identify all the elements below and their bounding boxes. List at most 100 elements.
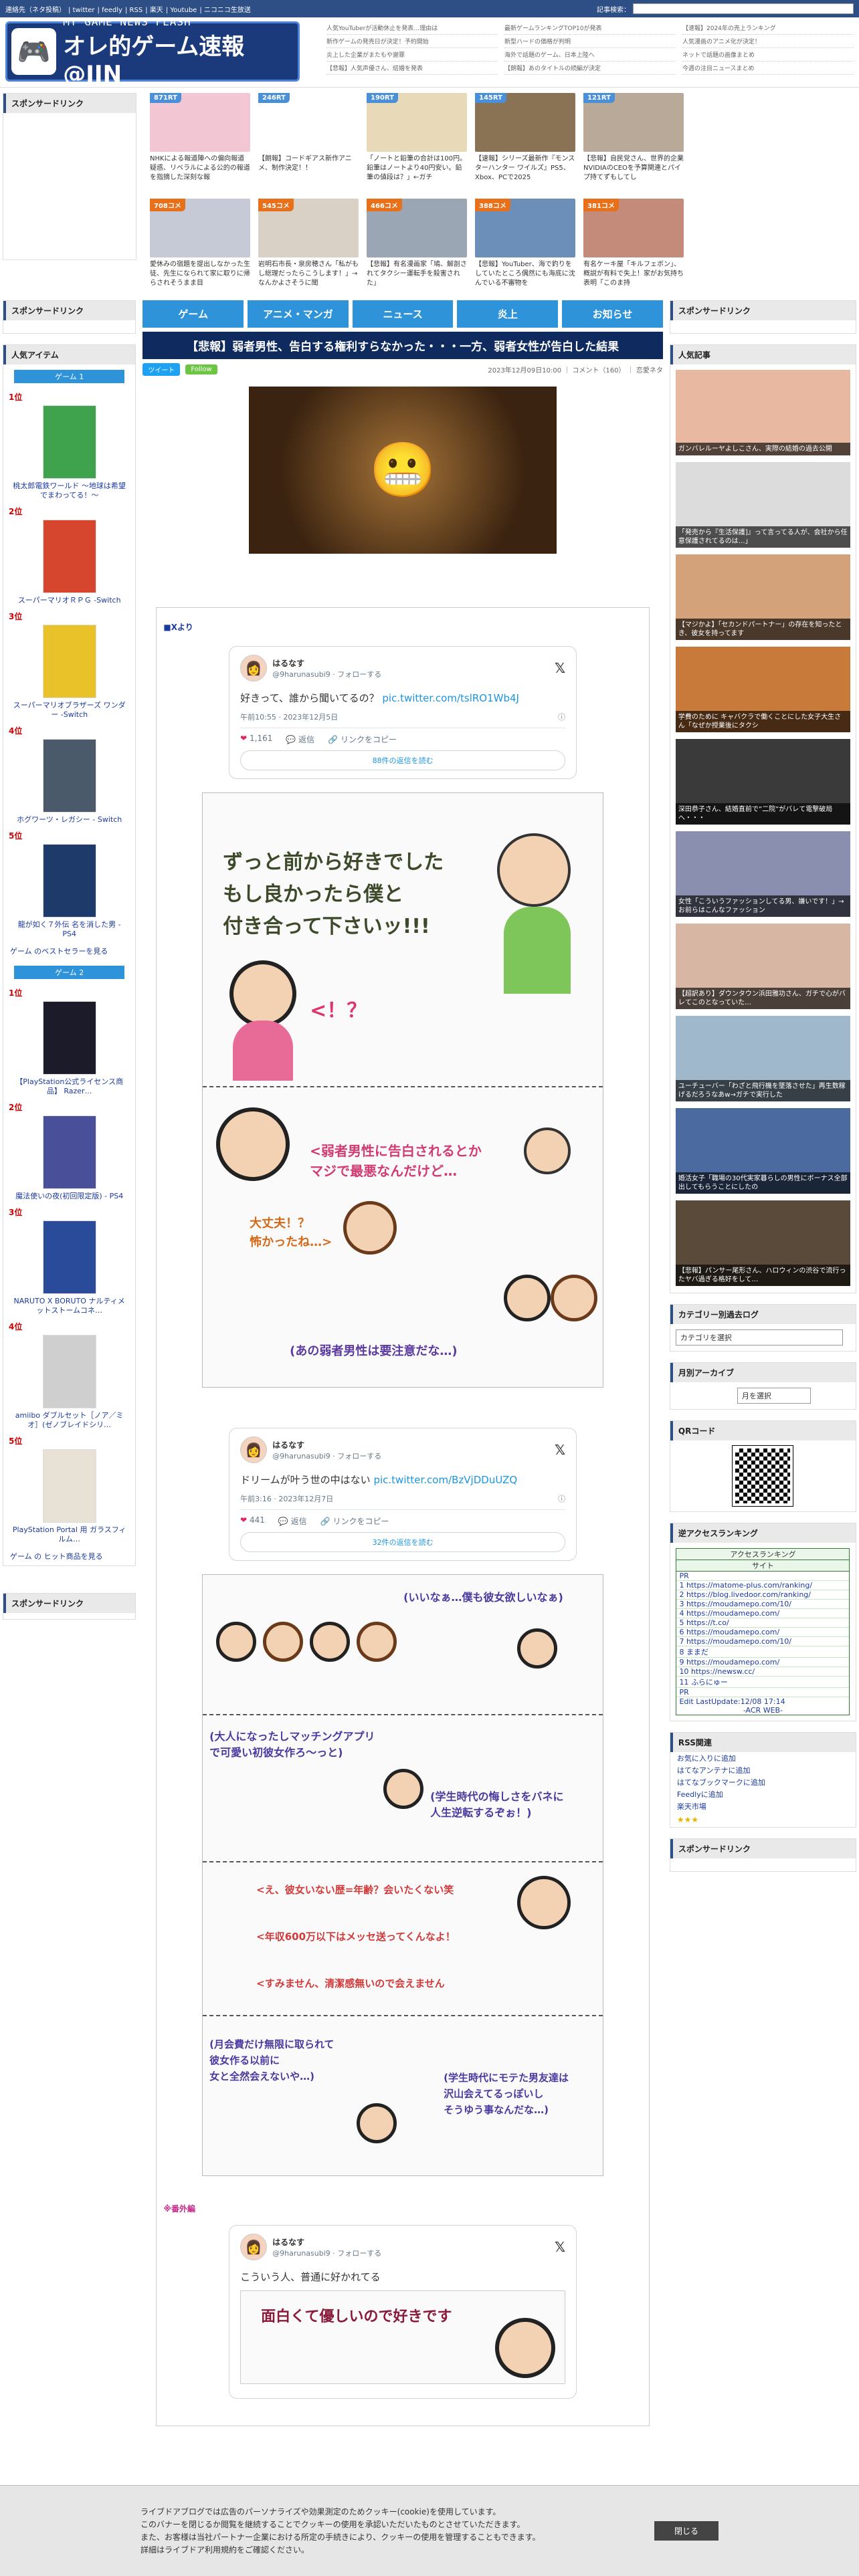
access-ranking-entry[interactable]: PR bbox=[676, 1572, 850, 1581]
month-select[interactable]: 月を選択 bbox=[737, 1388, 811, 1404]
like-button[interactable]: ❤ 441 bbox=[240, 1515, 265, 1527]
like-button[interactable]: ❤ 1,161 bbox=[240, 734, 272, 745]
reply-button[interactable]: 💬 返信 bbox=[286, 734, 314, 745]
thumb-card[interactable]: 871RT NHKによる報道陣への偏向報道疑惑、リベラルによる公的の報道を指摘した… bbox=[150, 93, 250, 189]
tweet-handle[interactable]: @9harunasubi9 · フォローする bbox=[272, 1451, 381, 1461]
tweet-button[interactable]: ツイート bbox=[142, 363, 181, 376]
ranking-item[interactable]: 1位 桃太郎電鉄ワールド ～地球は希望でまわってる！～ bbox=[3, 389, 135, 503]
thumb-card[interactable]: 388コメ 【悲報】YouTuber、海で釣りをしていたところ偶然にも海底に沈んで… bbox=[475, 199, 575, 295]
headline-link[interactable]: 最新ゲームランキングTOP10が発表 bbox=[504, 21, 676, 35]
top-link[interactable]: twitter bbox=[73, 7, 95, 14]
access-ranking-entry[interactable]: 4 https://moudamepo.com/ bbox=[676, 1609, 850, 1618]
popular-article[interactable]: 【マジかよ】「セカンドパートナー」の存在を知ったとき、彼女を持ってます bbox=[675, 554, 850, 640]
ranking-item[interactable]: 5位 龍が如く７外伝 名を消した男 - PS4 bbox=[3, 827, 135, 942]
nav-flame[interactable]: 炎上 bbox=[457, 300, 559, 328]
headline-link[interactable]: 炎上した企業がまたもや謝罪 bbox=[326, 48, 498, 62]
ranking-item[interactable]: 3位 スーパーマリオブラザーズ ワンダー -Switch bbox=[3, 608, 135, 722]
tweet-handle[interactable]: @9harunasubi9 · フォローする bbox=[272, 2248, 381, 2258]
thumb-card[interactable]: 381コメ 有名ケーキ屋「キルフェボン」、概説が有料で失上！家がお気持ち表明「この… bbox=[583, 199, 684, 295]
headline-link[interactable]: 新型ハードの価格が判明 bbox=[504, 35, 676, 48]
popular-article[interactable]: 【悲報】パンサー尾形さん、ハロウィンの渋谷で流行ったヤバ過ぎる格好をして… bbox=[675, 1200, 850, 1286]
access-ranking-entry[interactable]: 5 https://t.co/ bbox=[676, 1618, 850, 1628]
top-link[interactable]: 楽天 bbox=[150, 7, 163, 14]
acr-web-link[interactable]: -ACR WEB- bbox=[676, 1706, 849, 1715]
thumb-card[interactable]: 708コメ 愛休みの宿題を提出しなかった生徒、先生になられて家に取りに帰らされそう… bbox=[150, 199, 250, 295]
embedded-tweet[interactable]: 👩 はるなす @9harunasubi9 · フォローする 𝕏 ドリームが叶う世… bbox=[229, 1428, 577, 1561]
top-link[interactable]: 連絡先（ネタ投稿） bbox=[5, 7, 66, 14]
read-replies-button[interactable]: 32件の返信を読む bbox=[240, 1532, 566, 1552]
popular-article[interactable]: 女性「こういうファッションしてる男、嫌いです！」→お前らはこんなファッション bbox=[675, 831, 850, 917]
tweet-link[interactable]: pic.twitter.com/tslRO1Wb4J bbox=[382, 692, 519, 704]
cookie-close-button[interactable]: 閉じる bbox=[654, 2521, 719, 2541]
ranking-item[interactable]: 2位 魔法使いの夜(初回限定版) - PS4 bbox=[3, 1099, 135, 1204]
rss-link[interactable]: Feedlyに追加 bbox=[670, 1788, 856, 1800]
headline-link[interactable]: 【悲報】人気声優さん、結婚を発表 bbox=[326, 62, 498, 75]
tweet-link[interactable]: pic.twitter.com/BzVjDDuUZQ bbox=[373, 1474, 517, 1486]
ranking-item[interactable]: 5位 PlayStation Portal 用 ガラスフィルム… bbox=[3, 1432, 135, 1547]
hit-products-link[interactable]: ゲーム の ヒット商品を見る bbox=[3, 1547, 135, 1566]
rss-link[interactable]: お気に入りに追加 bbox=[670, 1752, 856, 1764]
headline-link[interactable]: 【速報】2024年の売上ランキング bbox=[682, 21, 854, 35]
access-ranking-entry[interactable]: 11 ふらにゅー bbox=[676, 1677, 850, 1688]
nav-notice[interactable]: お知らせ bbox=[562, 300, 663, 328]
info-icon[interactable]: ⓘ bbox=[558, 712, 565, 722]
popular-article[interactable]: ガンバレルーヤよしこさん、実際の結婚の過去公開 bbox=[675, 370, 850, 455]
ranking-item[interactable]: 4位 amiibo ダブルセット［ノア／ミオ］(ゼノブレイドシリ… bbox=[3, 1318, 135, 1432]
read-replies-button[interactable]: 88件の返信を読む bbox=[240, 750, 566, 770]
tweet-handle[interactable]: @9harunasubi9 · フォローする bbox=[272, 669, 381, 679]
thumb-card[interactable]: 190RT 「ノートと鉛筆の合計は100円。鉛筆はノートより40円安い。鉛筆の値段… bbox=[367, 93, 467, 189]
popular-article[interactable]: ユーチューバー「わざと飛行機を墜落させた」再生数稼げるだろうなあw→ガチで実行し… bbox=[675, 1016, 850, 1101]
headline-link[interactable]: 人気YouTuberが活動休止を発表…理由は bbox=[326, 21, 498, 35]
thumb-card[interactable]: 466コメ 【悲報】有名漫画家「鳩、解剖されてタクシー運転手を殺害された」 bbox=[367, 199, 467, 295]
tab-game-2[interactable]: ゲーム 2 bbox=[14, 966, 125, 979]
ranking-item[interactable]: 4位 ホグワーツ・レガシー - Switch bbox=[3, 722, 135, 827]
nav-anime-manga[interactable]: アニメ・マンガ bbox=[248, 300, 349, 328]
thumb-card[interactable]: 145RT 【速報】シリーズ最新作『モンスターハンター ワイルズ』PS5、Xbox… bbox=[475, 93, 575, 189]
headline-link[interactable]: 【朗報】あのタイトルの続編が決定 bbox=[504, 62, 676, 75]
access-ranking-entry[interactable]: 7 https://moudamepo.com/10/ bbox=[676, 1637, 850, 1646]
info-icon[interactable]: ⓘ bbox=[558, 1493, 565, 1504]
top-link[interactable]: RSS bbox=[130, 7, 143, 14]
ranking-item[interactable]: 3位 NARUTO X BORUTO ナルティメットストームコネ… bbox=[3, 1204, 135, 1318]
headline-link[interactable]: 新作ゲームの発売日が決定！予約開始 bbox=[326, 35, 498, 48]
tab-game-1[interactable]: ゲーム 1 bbox=[14, 370, 125, 383]
category-select[interactable]: カテゴリを選択 bbox=[675, 1329, 843, 1346]
popular-article[interactable]: 「発売から『生活保護]』って言ってる人が、会社から任意保護されてるのは…」 bbox=[675, 462, 850, 548]
site-logo[interactable]: 🎮 MY GAME NEWS FLASH オレ的ゲーム速報@JIN bbox=[5, 15, 300, 88]
top-link[interactable]: feedly bbox=[102, 7, 122, 14]
copy-link-button[interactable]: 🔗 リンクをコピー bbox=[320, 1515, 389, 1527]
popular-article[interactable]: 【超訳あり】ダウンタウン浜田雅功さん、ガチで心がバレてこのとなっていた… bbox=[675, 924, 850, 1009]
headline-link[interactable]: 人気漫画のアニメ化が決定！ bbox=[682, 35, 854, 48]
thumb-card[interactable]: 545コメ 岩明石市長・泉房穂さん「私がもし総理だったらこうします！」→なんかよさ… bbox=[258, 199, 359, 295]
follow-button[interactable]: Follow bbox=[185, 364, 217, 374]
access-ranking-updated[interactable]: Edit LastUpdate:12/08 17:14 bbox=[676, 1697, 849, 1706]
popular-article[interactable]: 婚活女子「職場の30代実家暮らしの男性にボーナス全部出してもらうことにしたの bbox=[675, 1108, 850, 1194]
bestseller-link[interactable]: ゲーム のベストセラーを見る bbox=[3, 942, 135, 960]
access-ranking-entry[interactable]: 1 https://matome-plus.com/ranking/ bbox=[676, 1581, 850, 1590]
rss-link[interactable]: 楽天市場 bbox=[670, 1800, 856, 1812]
headline-link[interactable]: 今週の注目ニュースまとめ bbox=[682, 62, 854, 75]
headline-link[interactable]: ネットで話題の画像まとめ bbox=[682, 48, 854, 62]
nav-game[interactable]: ゲーム bbox=[142, 300, 244, 328]
embedded-tweet[interactable]: 👩 はるなす @9harunasubi9 · フォローする 𝕏 好きって、誰から… bbox=[229, 646, 577, 779]
access-ranking-entry[interactable]: 2 https://blog.livedoor.com/ranking/ bbox=[676, 1590, 850, 1600]
access-ranking-entry[interactable]: 8 ままだ bbox=[676, 1646, 850, 1658]
embedded-tweet[interactable]: 👩 はるなす @9harunasubi9 · フォローする 𝕏 こういう人、普通… bbox=[229, 2225, 577, 2399]
reply-button[interactable]: 💬 返信 bbox=[278, 1515, 307, 1527]
ranking-item[interactable]: 1位 【PlayStation公式ライセンス商品】 Razer… bbox=[3, 984, 135, 1099]
copy-link-button[interactable]: 🔗 リンクをコピー bbox=[328, 734, 397, 745]
search-input[interactable] bbox=[633, 3, 854, 14]
access-ranking-entry[interactable]: 9 https://moudamepo.com/ bbox=[676, 1658, 850, 1667]
access-ranking-entry[interactable]: 10 https://newsw.cc/ bbox=[676, 1667, 850, 1677]
top-link[interactable]: ニコニコ生放送 bbox=[204, 7, 251, 14]
nav-news[interactable]: ニュース bbox=[352, 300, 454, 328]
thumb-card[interactable]: 246RT 【朗報】コードギアス新作アニメ、制作決定！！ bbox=[258, 93, 359, 189]
thumb-card[interactable]: 121RT 【悲報】自民党さん、世界的企業NVIDIAのCEOを予算関連とパイプ持… bbox=[583, 93, 684, 189]
headline-link[interactable]: 海外で話題のゲーム、日本上陸へ bbox=[504, 48, 676, 62]
top-link[interactable]: Youtube bbox=[170, 7, 197, 14]
access-ranking-entry[interactable]: PR bbox=[676, 1688, 850, 1697]
popular-article[interactable]: 深田恭子さん、結婚直前で”二院”がバレて電撃破局へ・・・ bbox=[675, 739, 850, 825]
rss-link[interactable]: はてなブックマークに追加 bbox=[670, 1776, 856, 1788]
popular-article[interactable]: 学費のために キャバクラで働くことにした女子大生さん「なぜか授業後にタクシ bbox=[675, 647, 850, 732]
rss-link[interactable]: はてなアンテナに追加 bbox=[670, 1764, 856, 1776]
